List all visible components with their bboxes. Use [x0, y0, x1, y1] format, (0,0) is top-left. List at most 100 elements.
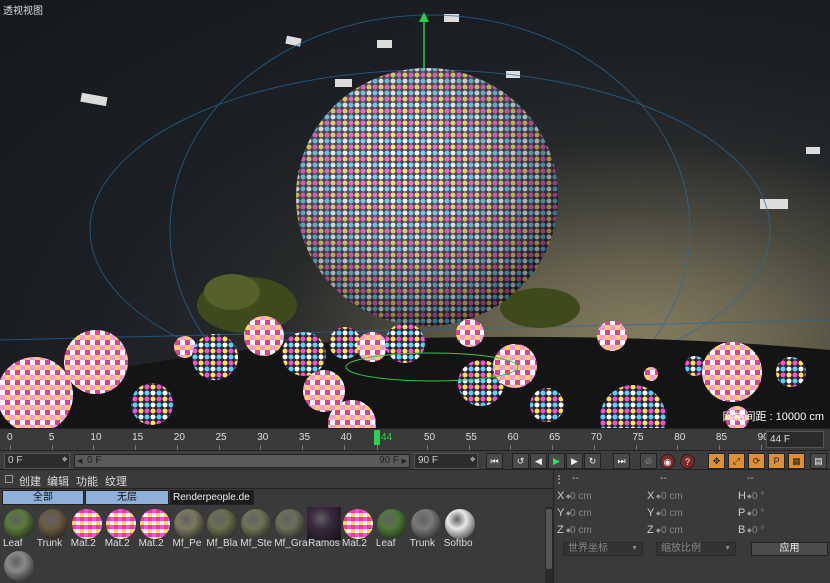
transport-bar: 0 F ◆ ◀ 0 F 90 F ▶ 90 F ◆ ⏮ ↺ ◀ ▶ ▶ ↻ ⏭ …	[0, 450, 830, 470]
goto-end-button[interactable]: ⏭	[613, 453, 630, 469]
coordinate-value-field[interactable]: 0 cm	[661, 525, 683, 536]
material-grid: Leaf Trunk Mat.2 Mat.2 Mat.2 Mf_Pe Mf_Bla Mf_St…	[0, 507, 545, 583]
menu-edit[interactable]: 编辑	[47, 473, 69, 489]
timeline-tick-label: 50	[424, 432, 436, 443]
material-menu-bar: 创建 编辑 功能 纹理	[0, 470, 553, 489]
material-name: Leaf	[375, 538, 396, 549]
material-preview-ball	[4, 551, 34, 581]
range-right-arrow-icon[interactable]: ▶	[402, 457, 407, 465]
value-stepper-icon[interactable]: ◆	[656, 493, 661, 500]
coordinate-value-field[interactable]: 0 cm	[661, 491, 683, 502]
timeline-tick-label: 35	[298, 432, 311, 443]
material-name: Trunk	[36, 538, 63, 549]
playhead-marker[interactable]	[373, 430, 380, 445]
menu-texture[interactable]: 纹理	[105, 473, 127, 489]
material-swatch[interactable]: Mat.2	[70, 507, 104, 549]
coordinate-value-field[interactable]: 0 cm	[570, 491, 592, 502]
layer-tab-all[interactable]: 全部	[2, 490, 84, 505]
record-button[interactable]: ⊘	[640, 453, 657, 469]
menu-function[interactable]: 功能	[76, 473, 98, 489]
position-key-button[interactable]: ✥	[708, 453, 725, 469]
material-swatch[interactable]: Mat.2	[104, 507, 138, 549]
max-frame-field[interactable]: 90 F	[414, 453, 478, 469]
value-stepper-icon[interactable]: ◆	[747, 527, 752, 534]
next-key-button[interactable]: ↻	[584, 453, 601, 469]
scale-key-button[interactable]: ⤢	[728, 453, 745, 469]
rotation-header: --	[747, 473, 754, 484]
timeline[interactable]: 0 5 10 15 20 25 30 35 40 44 50 55 60 65 70 75 80 85 90 44 …	[0, 428, 830, 451]
material-swatch[interactable]: Softbo	[443, 507, 477, 549]
panel-grip-icon[interactable]	[5, 475, 13, 483]
material-swatch[interactable]: Mf_Bla	[205, 507, 239, 549]
timeline-window-button[interactable]: ▤	[810, 453, 827, 469]
scale-mode-dropdown[interactable]: 缩放比例 ▼	[656, 542, 736, 556]
material-preview-ball	[207, 509, 238, 539]
material-swatch[interactable]	[2, 549, 36, 583]
material-name: Trunk	[409, 538, 435, 549]
material-swatch[interactable]: Mat.2	[341, 507, 375, 549]
playhead-label[interactable]: 44	[381, 432, 392, 443]
pla-key-button[interactable]: ▦	[788, 453, 805, 469]
parameter-key-button[interactable]: P	[768, 453, 785, 469]
coordinate-value-field[interactable]: 0 cm	[570, 525, 592, 536]
coordinate-value-field[interactable]: 0 °	[752, 525, 764, 536]
goto-start-button[interactable]: ⏮	[486, 453, 503, 469]
start-frame-field[interactable]: 0 F	[4, 453, 70, 469]
perspective-viewport[interactable]: 透视视图 网格间距 : 10000 cm	[0, 0, 830, 428]
coordinate-value-field[interactable]: 0 °	[752, 491, 764, 502]
value-stepper-icon[interactable]: ◆	[656, 510, 661, 517]
disco-ball-large[interactable]	[296, 68, 558, 326]
material-swatch[interactable]: Trunk	[36, 507, 70, 549]
material-swatch[interactable]: Leaf	[2, 507, 36, 549]
preview-range-slider[interactable]: ◀ 0 F 90 F ▶	[74, 454, 410, 468]
coordinate-system-dropdown[interactable]: 世界坐标 ▼	[563, 542, 643, 556]
scene-render	[0, 0, 830, 428]
prev-frame-button[interactable]: ◀	[530, 453, 547, 469]
start-frame-stepper-icon[interactable]: ◆	[62, 455, 67, 463]
timeline-tick-label: 5	[48, 432, 55, 443]
timeline-tick-label: 30	[257, 432, 269, 443]
menu-create[interactable]: 创建	[19, 473, 41, 489]
material-name: Mat.2	[138, 538, 164, 549]
value-stepper-icon[interactable]: ◆	[747, 493, 752, 500]
play-button[interactable]: ▶	[548, 453, 565, 469]
keyframe-selection-button[interactable]: ?	[680, 454, 695, 469]
rotation-key-button[interactable]: ⟳	[748, 453, 765, 469]
timeline-tick-label: 70	[590, 432, 602, 443]
range-left-arrow-icon[interactable]: ◀	[77, 457, 82, 465]
timeline-ruler[interactable]: 0 5 10 15 20 25 30 35 40 44 50 55 60 65 70 75 80 85 90	[0, 429, 769, 451]
layer-tab-no-layer[interactable]: 无层	[85, 490, 169, 505]
axis-label: X	[557, 490, 565, 502]
coordinate-value-field[interactable]: 0 °	[752, 508, 764, 519]
apply-button[interactable]: 应用	[751, 542, 828, 556]
coord-grip-icon[interactable]	[558, 475, 564, 484]
timeline-tick-label: 80	[674, 432, 686, 443]
material-swatch[interactable]: Ramos	[307, 507, 342, 549]
material-swatch[interactable]: Mat.2	[138, 507, 172, 549]
material-swatch[interactable]: Trunk	[409, 507, 443, 549]
material-name: Mf_Bla	[206, 538, 238, 549]
layer-tab-renderpeople[interactable]: Renderpeople.de	[170, 490, 254, 505]
dropdown-arrow-icon: ▼	[631, 545, 638, 552]
autokey-button[interactable]: ◉	[660, 454, 675, 469]
timeline-tick-label: 10	[90, 432, 102, 443]
material-swatch[interactable]: Mf_Pe	[172, 507, 206, 549]
next-frame-button[interactable]: ▶	[566, 453, 583, 469]
material-swatch[interactable]: Leaf	[375, 507, 409, 549]
max-frame-stepper-icon[interactable]: ◆	[470, 455, 475, 463]
current-frame-field[interactable]: 44 F	[766, 431, 824, 448]
prev-key-button[interactable]: ↺	[512, 453, 529, 469]
material-swatch[interactable]: Mf_Gra	[273, 507, 308, 549]
coordinate-value-field[interactable]: 0 cm	[570, 508, 592, 519]
coordinate-system-value: 世界坐标	[568, 543, 608, 554]
material-swatch[interactable]: Mf_Ste	[239, 507, 273, 549]
value-stepper-icon[interactable]: ◆	[656, 527, 661, 534]
viewport-title: 透视视图	[3, 6, 43, 17]
material-scrollbar[interactable]	[545, 507, 553, 583]
material-name: Mat.2	[342, 538, 368, 549]
timeline-tick-label: 85	[715, 432, 728, 443]
value-stepper-icon[interactable]: ◆	[747, 510, 752, 517]
material-preview-ball	[37, 509, 68, 539]
coordinate-value-field[interactable]: 0 cm	[661, 508, 683, 519]
range-start-value: 0 F	[87, 455, 102, 466]
